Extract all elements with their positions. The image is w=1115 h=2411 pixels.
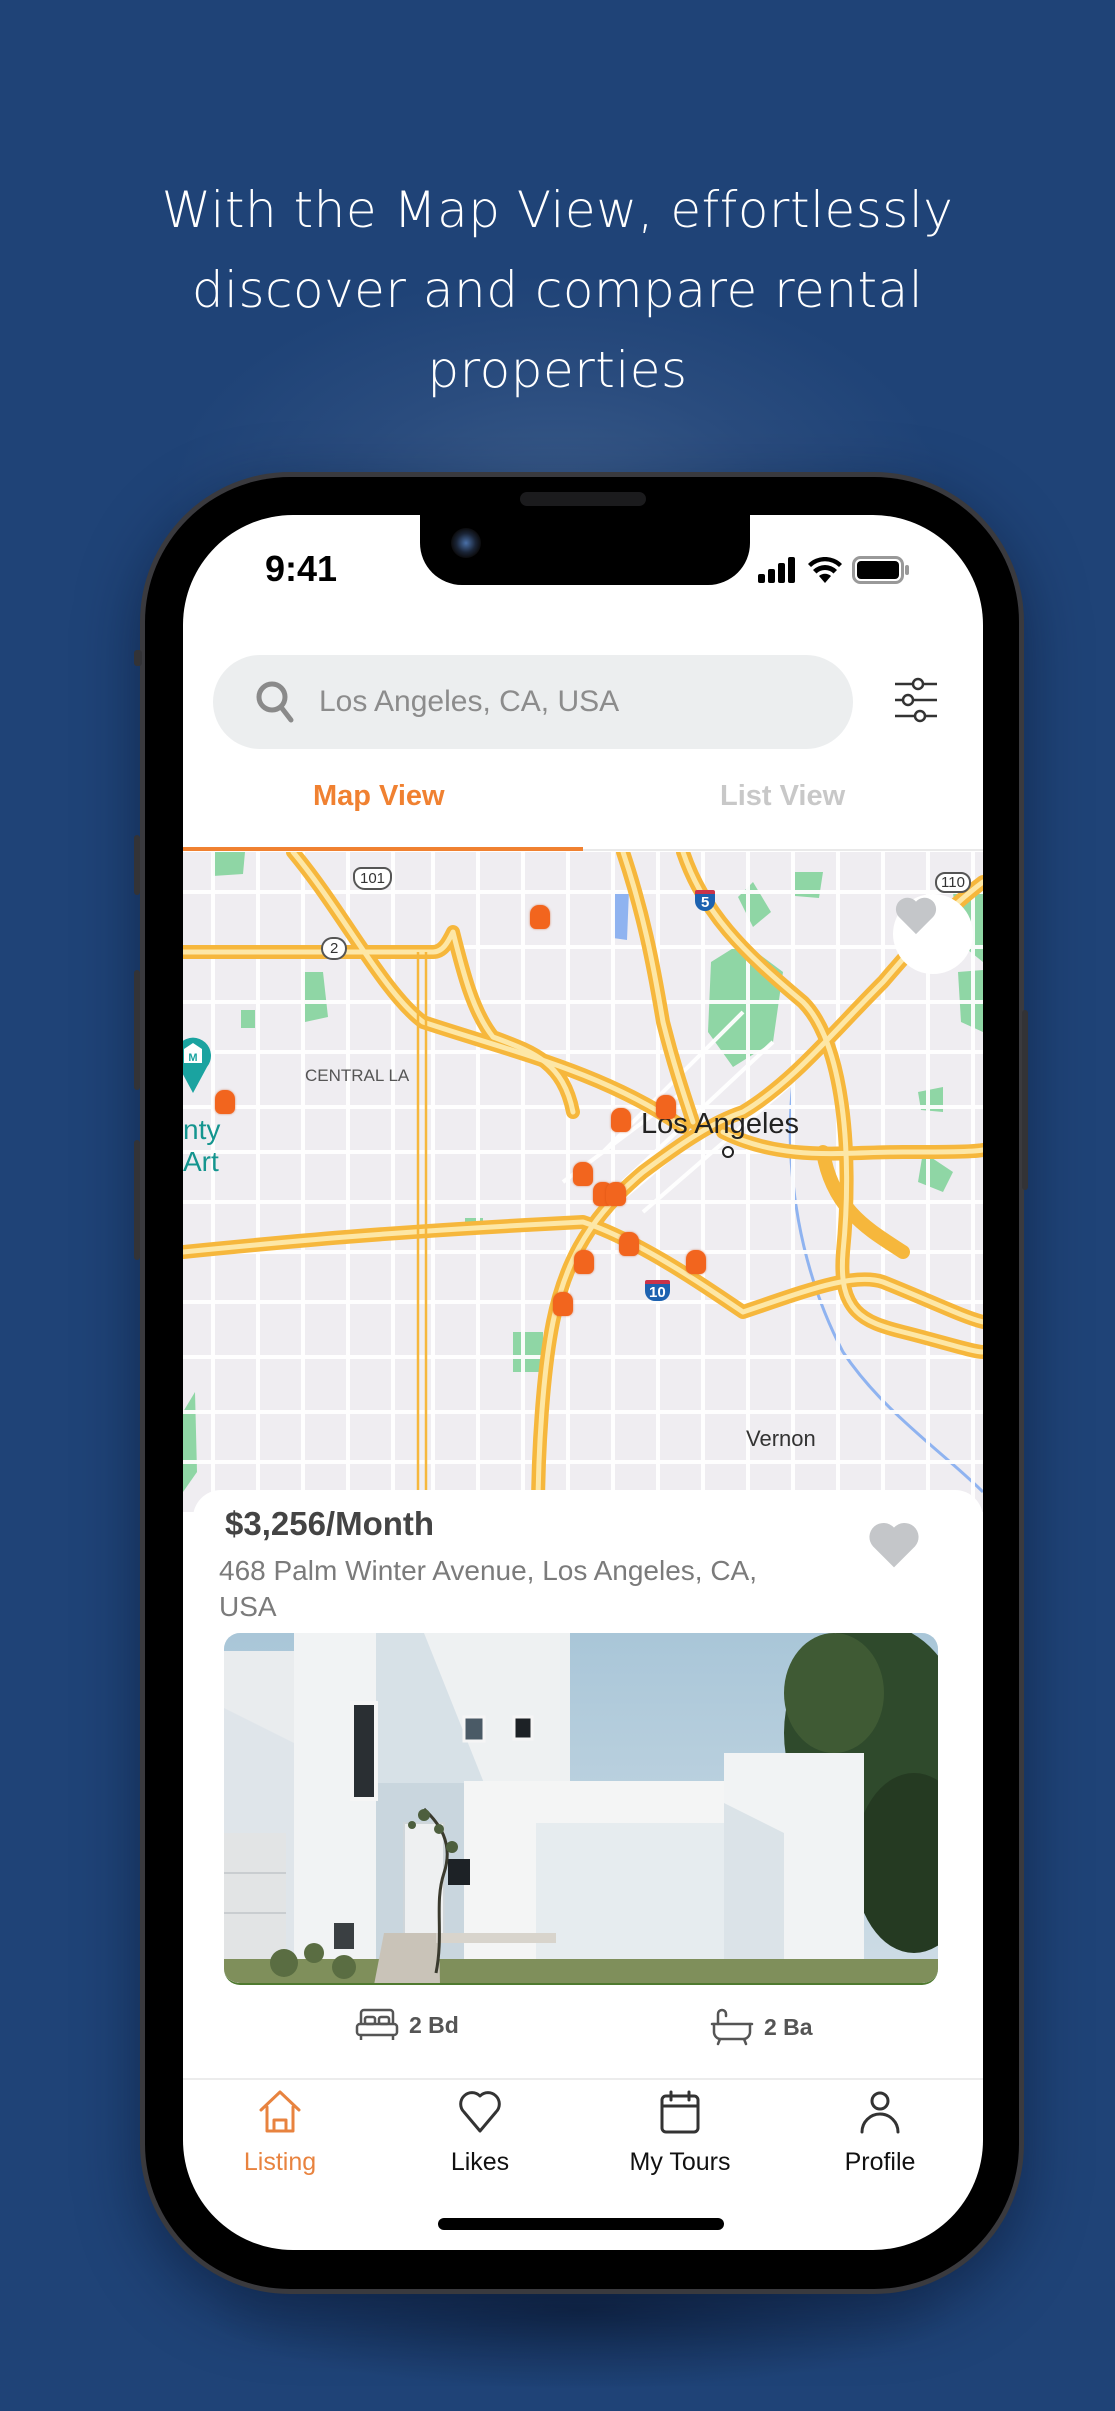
museum-pin-icon[interactable]: M [183, 1037, 211, 1095]
side-button-power [1022, 1010, 1028, 1190]
label-museum-line-2: Art [183, 1146, 219, 1177]
headline-line-1: With the Map View, effortlessly [161, 181, 954, 239]
map-view[interactable]: 101 2 5 10 110 CENTRAL LA Los Angeles Ve… [183, 852, 983, 1512]
tab-divider [583, 849, 983, 851]
nav-label-listing: Listing [243, 2148, 317, 2176]
amenity-bedrooms: 2 Bd [355, 2008, 459, 2042]
status-time: 9:41 [265, 548, 338, 589]
property-pin[interactable] [215, 1090, 235, 1114]
bed-icon [355, 2008, 399, 2040]
tab-list-view[interactable]: List View [720, 780, 845, 813]
svg-text:M: M [188, 1052, 197, 1064]
person-icon [860, 2091, 900, 2134]
listing-favorite-heart-icon[interactable] [866, 1518, 922, 1570]
route-shield-110: 110 [935, 872, 971, 893]
listing-photo[interactable] [224, 1633, 938, 1985]
park [513, 1332, 543, 1372]
nav-label-my-tours: My Tours [629, 2148, 731, 2176]
label-central-la: CENTRAL LA [305, 1066, 410, 1085]
nav-tab-profile[interactable]: Profile [795, 2090, 965, 2177]
bathtub-icon [710, 2008, 754, 2046]
headline: With the Map View, effortlessly discover… [0, 170, 1115, 410]
nav-label-likes: Likes [450, 2148, 510, 2176]
search-input[interactable]: Los Angeles, CA, USA [213, 655, 853, 749]
property-pin[interactable] [619, 1232, 639, 1256]
modern-white-house-photo [224, 1633, 938, 1983]
property-pin[interactable] [574, 1250, 594, 1274]
status-icons [758, 556, 910, 584]
side-button-mute [134, 650, 142, 666]
property-pin[interactable] [606, 1182, 626, 1206]
lake [613, 890, 629, 940]
home-icon [259, 2090, 301, 2133]
tab-active-indicator [183, 847, 583, 851]
nav-tab-likes[interactable]: Likes [395, 2090, 565, 2177]
heart-outline-icon [459, 2091, 501, 2133]
property-pin[interactable] [611, 1108, 631, 1132]
nav-tab-my-tours[interactable]: My Tours [595, 2090, 765, 2177]
listing-price: $3,256/Month [225, 1505, 435, 1542]
speaker-grille [520, 492, 646, 506]
route-shield-101: 101 [353, 867, 393, 890]
search-value: Los Angeles, CA, USA [319, 685, 620, 718]
park [738, 882, 771, 927]
headline-line-2: discover and compare rental [191, 261, 924, 319]
side-button-volume-down [134, 970, 140, 1090]
route-shield-5: 5 [695, 890, 716, 911]
signal-icon [758, 557, 795, 583]
tab-map-view[interactable]: Map View [313, 780, 445, 813]
park [211, 852, 245, 876]
heart-icon [895, 897, 937, 935]
side-button-volume-up [134, 835, 140, 895]
park [183, 1392, 197, 1492]
label-vernon: Vernon [746, 1426, 816, 1451]
headline-line-3: properties [427, 341, 688, 399]
listing-address: 468 Palm Winter Avenue, Los Angeles, CA,… [219, 1555, 758, 1622]
filter-sliders-button[interactable] [893, 676, 939, 726]
park [303, 972, 328, 1022]
property-pin[interactable] [553, 1292, 573, 1316]
battery-icon [852, 556, 909, 584]
nav-label-profile: Profile [844, 2148, 916, 2176]
label-museum-line-1: nty [183, 1114, 221, 1145]
front-camera [451, 528, 481, 558]
side-button-volume-down-2 [134, 1140, 140, 1260]
label-museum-partial: nty Art [183, 1114, 220, 1178]
property-pin[interactable] [530, 905, 550, 929]
home-indicator [438, 2218, 724, 2230]
property-pin[interactable] [573, 1162, 593, 1186]
park [241, 1010, 255, 1028]
city-center-marker [722, 1146, 734, 1158]
wifi-icon [808, 557, 842, 583]
route-shield-2: 2 [321, 937, 348, 960]
bedrooms-count: 2 Bd [409, 2011, 459, 2038]
map-favorite-button[interactable] [893, 894, 973, 974]
property-pin[interactable] [686, 1250, 706, 1274]
park [795, 872, 823, 898]
park [708, 942, 783, 1067]
route-shield-10: 10 [645, 1280, 670, 1301]
property-pin[interactable] [656, 1095, 676, 1119]
bathrooms-count: 2 Ba [764, 2013, 813, 2040]
calendar-icon [660, 2090, 700, 2134]
amenity-bathrooms: 2 Ba [710, 2008, 813, 2046]
search-icon [256, 681, 294, 723]
bottom-nav-divider [183, 2078, 983, 2080]
nav-tab-listing[interactable]: Listing [195, 2090, 365, 2177]
